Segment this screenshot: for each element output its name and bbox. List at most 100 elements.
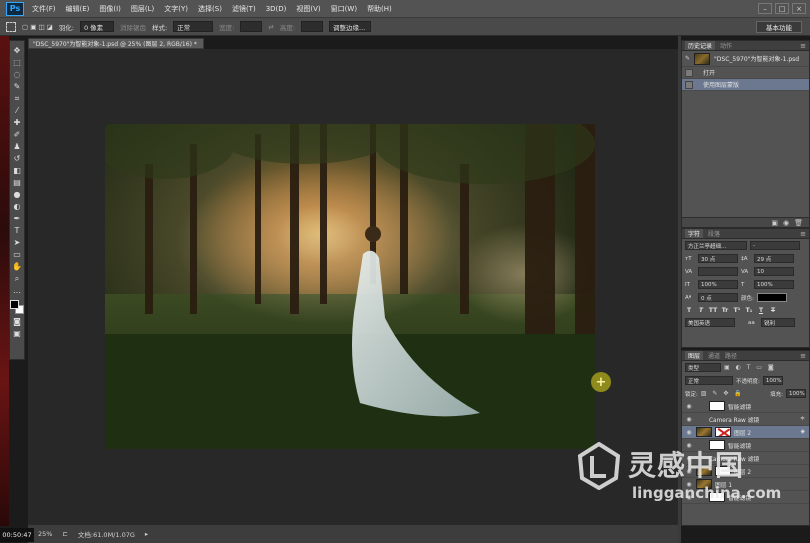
quick-mask-icon[interactable]: ◙ [12, 317, 23, 326]
history-item-open[interactable]: 打开 [682, 67, 809, 79]
brush-source-icon[interactable]: ✎ [685, 55, 690, 62]
eyedropper-tool-icon[interactable]: ⁄ [12, 106, 23, 115]
font-family-select[interactable]: 方正兰亭超细... [685, 241, 747, 250]
eye-icon[interactable]: ◉ [685, 416, 693, 423]
camera-snapshot-icon[interactable]: ◉ [783, 219, 789, 227]
new-document-from-state-icon[interactable]: ▣ [771, 219, 778, 227]
panel-menu-icon[interactable]: ≡ [800, 42, 806, 50]
small-caps-button[interactable]: Tr [721, 306, 729, 314]
menu-view[interactable]: 视图(V) [296, 4, 320, 14]
panel-menu-icon[interactable]: ≡ [800, 230, 806, 238]
document-info[interactable]: 文档:61.0M/1.07G [78, 529, 135, 539]
fill-field[interactable]: 100% [786, 389, 806, 398]
baseline-field[interactable]: 0 点 [698, 293, 738, 302]
eye-icon[interactable]: ◉ [685, 481, 693, 488]
close-button[interactable]: × [792, 3, 806, 14]
menu-type[interactable]: 文字(Y) [164, 4, 188, 14]
tab-history[interactable]: 历史记录 [685, 41, 716, 50]
foreground-color-swatch[interactable] [10, 300, 19, 309]
eye-icon[interactable]: ◉ [685, 455, 693, 462]
history-snapshot[interactable]: ✎ "DSC_5970"为智能对象-1.psd [682, 51, 809, 67]
opacity-field[interactable]: 100% [762, 376, 783, 385]
layer-row[interactable]: ◉ Camera Raw 滤镜 ≑ [682, 413, 809, 426]
menu-select[interactable]: 选择(S) [198, 4, 222, 14]
tracking-field[interactable]: 10 [754, 267, 794, 276]
layer-row[interactable]: ◉ 图层 2 ◈ [682, 426, 809, 439]
brush-tool-icon[interactable]: ✐ [12, 130, 23, 139]
faux-italic-button[interactable]: T [697, 306, 705, 314]
menu-file[interactable]: 文件(F) [32, 4, 56, 14]
kerning-field[interactable] [698, 267, 738, 276]
selection-mode-icons[interactable]: ▢ ▣ ◫ ◪ [22, 23, 53, 31]
all-caps-button[interactable]: TT [709, 306, 717, 314]
blend-mode-select[interactable]: 正常 [685, 376, 733, 385]
lock-icons[interactable]: ▨ ✎ ✥ 🔒 [701, 390, 744, 397]
screen-mode-icon[interactable]: ▣ [12, 329, 23, 338]
menu-window[interactable]: 窗口(W) [331, 4, 357, 14]
menu-layer[interactable]: 图层(L) [131, 4, 154, 14]
leading-field[interactable]: 29 点 [754, 254, 794, 263]
zoom-tool-icon[interactable]: ⌕ [12, 274, 23, 283]
menu-filter[interactable]: 滤镜(T) [232, 4, 256, 14]
workspace-select[interactable]: 基本功能 [756, 21, 802, 33]
lasso-tool-icon[interactable]: ◌ [12, 70, 23, 79]
minimize-button[interactable]: – [758, 3, 772, 14]
maximize-button[interactable]: □ [775, 3, 789, 14]
tab-paragraph[interactable]: 段落 [708, 229, 720, 238]
font-size-field[interactable]: 30 点 [698, 254, 738, 263]
path-select-tool-icon[interactable]: ➤ [12, 238, 23, 247]
subscript-button[interactable]: T₁ [745, 306, 753, 314]
tab-character[interactable]: 字符 [685, 229, 704, 238]
style-select[interactable]: 正常 [173, 21, 214, 32]
color-swatches[interactable] [10, 300, 24, 314]
height-input[interactable] [301, 21, 324, 32]
more-tools-icon[interactable]: … [12, 286, 23, 295]
layer-mask-thumbnail[interactable] [715, 427, 731, 437]
menu-image[interactable]: 图像(I) [99, 4, 121, 14]
pen-tool-icon[interactable]: ✒ [12, 214, 23, 223]
antialias-checkbox[interactable]: 消除锯齿 [120, 22, 146, 32]
eye-icon[interactable]: ◉ [685, 403, 693, 410]
vertical-scale-field[interactable]: 100% [698, 280, 738, 289]
filter-icons[interactable]: ▣ ◐ T ▭ ◙ [724, 364, 776, 371]
layer-row[interactable]: ◉ 智能滤镜 [682, 439, 809, 452]
tab-paths[interactable]: 路径 [725, 351, 737, 360]
feather-input[interactable]: 0 像素 [79, 21, 114, 32]
underline-button[interactable]: T [757, 306, 765, 314]
eye-icon[interactable]: ◉ [685, 494, 693, 501]
horizontal-scale-field[interactable]: 100% [754, 280, 794, 289]
status-arrow-icon[interactable]: ⊏ [62, 530, 67, 538]
font-style-select[interactable]: - [750, 241, 800, 250]
language-select[interactable]: 美国英语 [685, 318, 735, 327]
marquee-tool-icon[interactable]: ⬚ [12, 58, 23, 67]
gradient-tool-icon[interactable]: ▤ [12, 178, 23, 187]
refine-edge-button[interactable]: 调整边缘... [329, 21, 372, 32]
tab-actions[interactable]: 动作 [720, 41, 732, 50]
menu-edit[interactable]: 编辑(E) [66, 4, 90, 14]
panel-menu-icon[interactable]: ≡ [800, 352, 806, 360]
tab-channels[interactable]: 通道 [708, 351, 720, 360]
menu-3d[interactable]: 3D(D) [266, 5, 287, 13]
filter-options-icon[interactable]: ≑ [800, 416, 805, 422]
strikethrough-button[interactable]: T [769, 306, 777, 314]
type-tool-icon[interactable]: T [12, 226, 23, 235]
crop-tool-icon[interactable]: ⌗ [12, 94, 23, 103]
hand-tool-icon[interactable]: ✋ [12, 262, 23, 271]
status-menu-icon[interactable]: ▸ [145, 530, 148, 538]
eraser-tool-icon[interactable]: ◧ [12, 166, 23, 175]
width-input[interactable] [240, 21, 263, 32]
document-tab[interactable]: "DSC_5970"为智能对象-1.psd @ 25% (图层 2, RGB/1… [28, 38, 204, 49]
eye-icon[interactable]: ◉ [685, 468, 693, 475]
clone-stamp-tool-icon[interactable]: ♟ [12, 142, 23, 151]
close-document-icon[interactable]: × [203, 40, 204, 47]
marquee-tool-icon[interactable] [6, 21, 16, 32]
faux-bold-button[interactable]: T [685, 306, 693, 314]
layer-mask-thumbnail[interactable] [715, 466, 731, 476]
zoom-level[interactable]: 25% [38, 530, 52, 538]
quick-select-tool-icon[interactable]: ✎ [12, 82, 23, 91]
move-tool-icon[interactable]: ✥ [12, 46, 23, 55]
history-brush-tool-icon[interactable]: ↺ [12, 154, 23, 163]
eye-icon[interactable]: ◉ [685, 442, 693, 449]
dodge-tool-icon[interactable]: ◐ [12, 202, 23, 211]
blur-tool-icon[interactable]: ● [12, 190, 23, 199]
